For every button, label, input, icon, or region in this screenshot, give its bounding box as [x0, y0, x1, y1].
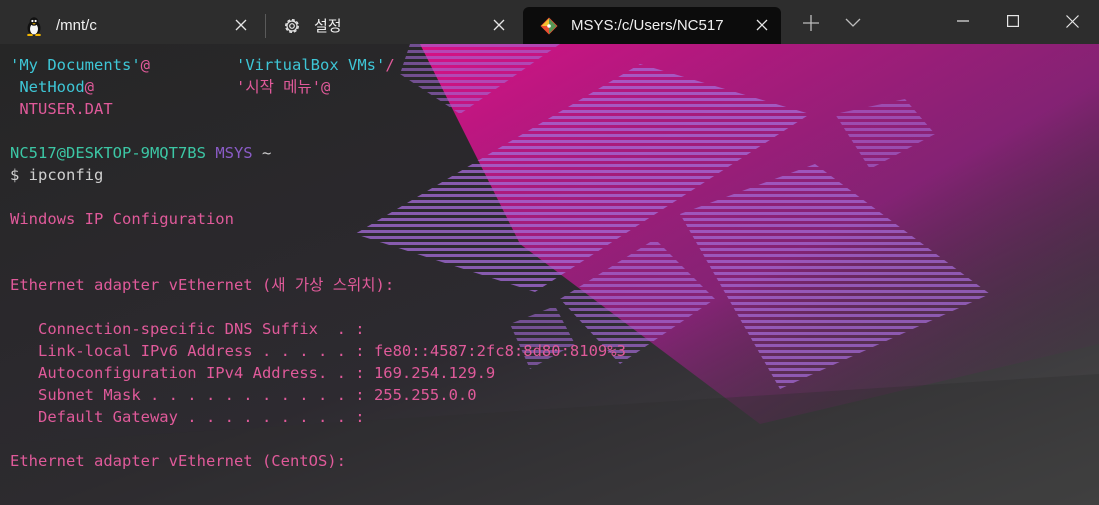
adapter-heading: Ethernet adapter vEthernet (CentOS):	[10, 452, 346, 470]
linux-penguin-icon	[24, 16, 44, 36]
tab-linux[interactable]: /mnt/c	[8, 7, 260, 44]
shell-prompt: NC517@DESKTOP-9MQT7BS MSYS ~	[10, 142, 271, 164]
output-header: Windows IP Configuration	[10, 210, 234, 228]
filename-suffix: @	[321, 78, 331, 96]
tab-settings[interactable]: 설정	[266, 7, 518, 44]
filename: NetHood	[10, 78, 85, 96]
prompt-env: MSYS	[215, 144, 253, 162]
maximize-button[interactable]	[990, 0, 1036, 42]
prompt-user-host: NC517@DESKTOP-9MQT7BS	[10, 144, 206, 162]
filename-suffix: @	[84, 78, 94, 96]
list-item: 'VirtualBox VMs'/	[236, 54, 395, 76]
chevron-down-icon[interactable]	[835, 8, 871, 38]
filename: 'VirtualBox VMs'	[236, 56, 386, 74]
prompt-dir: ~	[261, 144, 272, 162]
tab-msys[interactable]: MSYS:/c/Users/NC517	[523, 7, 781, 44]
command-line: $ ipconfig	[10, 166, 104, 184]
output-row: Connection-specific DNS Suffix . :	[10, 320, 365, 338]
list-item: '시작 메뉴'@	[236, 76, 330, 98]
tab-title: 설정	[314, 18, 342, 35]
terminal-pane[interactable]: 'My Documents'@ 'VirtualBox VMs'/ NetHoo…	[0, 44, 1099, 505]
tab-title: /mnt/c	[56, 17, 97, 34]
list-item: NetHood@	[10, 76, 94, 98]
output-row: Autoconfiguration IPv4 Address. . : 169.…	[10, 364, 496, 382]
filename-suffix: @	[140, 56, 150, 74]
filename-suffix: /	[385, 56, 395, 74]
gear-icon	[282, 16, 302, 36]
list-item: 'My Documents'@	[10, 54, 150, 76]
tab-title: MSYS:/c/Users/NC517	[571, 17, 724, 34]
git-diamond-icon	[539, 16, 559, 36]
adapter-heading: Ethernet adapter vEthernet (새 가상 스위치):	[10, 276, 395, 294]
output-row: Link-local IPv6 Address . . . . . : fe80…	[10, 342, 626, 360]
filename: 'My Documents'	[10, 56, 141, 74]
list-item: NTUSER.DAT	[10, 98, 113, 120]
minimize-button[interactable]	[940, 0, 986, 42]
filename: NTUSER.DAT	[10, 100, 113, 118]
close-window-button[interactable]	[1049, 0, 1095, 42]
output-row: Default Gateway . . . . . . . . . :	[10, 408, 365, 426]
close-icon[interactable]	[232, 16, 250, 34]
close-icon[interactable]	[490, 16, 508, 34]
filename: '시작 메뉴'	[236, 78, 322, 96]
output-row: Subnet Mask . . . . . . . . . . . : 255.…	[10, 386, 477, 404]
title-bar: /mnt/c 설정 MSYS:/c/Users/NC517	[0, 0, 1099, 46]
close-icon[interactable]	[753, 16, 771, 34]
new-tab-button[interactable]	[793, 8, 829, 38]
